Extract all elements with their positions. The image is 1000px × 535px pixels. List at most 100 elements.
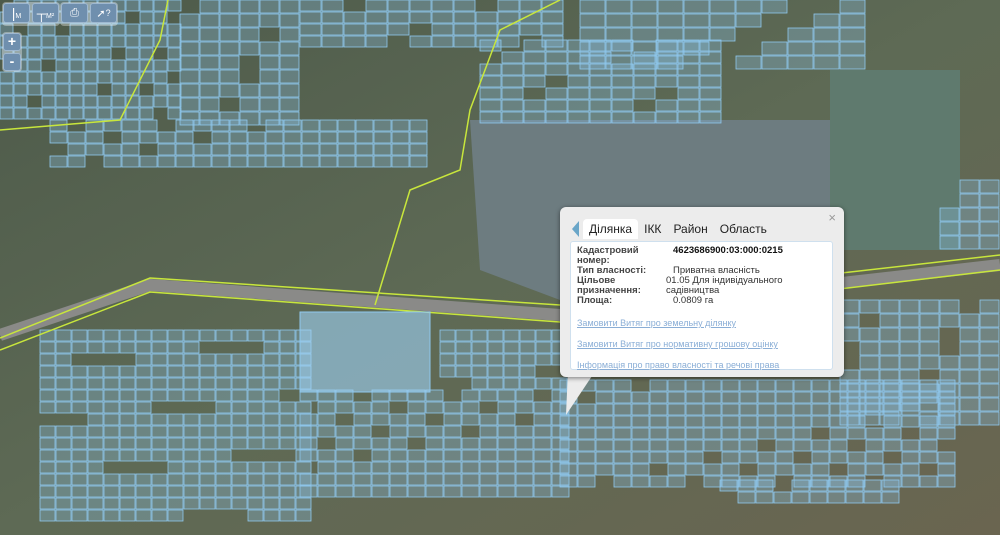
land-parcel[interactable] xyxy=(199,365,216,378)
land-parcel[interactable] xyxy=(97,35,112,48)
land-parcel[interactable] xyxy=(859,299,880,314)
land-parcel[interactable] xyxy=(27,35,42,48)
land-parcel[interactable] xyxy=(407,413,426,426)
land-parcel[interactable] xyxy=(657,0,684,14)
land-parcel[interactable] xyxy=(739,427,758,440)
land-parcel[interactable] xyxy=(55,95,70,108)
land-parcel[interactable] xyxy=(13,71,28,84)
land-parcel[interactable] xyxy=(559,427,578,440)
land-parcel[interactable] xyxy=(179,111,200,126)
land-parcel[interactable] xyxy=(959,235,980,250)
land-parcel[interactable] xyxy=(167,59,182,72)
land-parcel[interactable] xyxy=(125,107,140,120)
land-parcel[interactable] xyxy=(299,11,322,24)
land-parcel[interactable] xyxy=(937,463,956,476)
land-parcel[interactable] xyxy=(263,509,280,522)
land-parcel[interactable] xyxy=(167,365,184,378)
land-parcel[interactable] xyxy=(545,51,568,64)
land-parcel[interactable] xyxy=(979,221,1000,236)
land-parcel[interactable] xyxy=(503,329,520,342)
land-parcel[interactable] xyxy=(279,97,300,112)
land-parcel[interactable] xyxy=(353,401,372,414)
land-parcel[interactable] xyxy=(721,391,740,404)
land-parcel[interactable] xyxy=(775,403,794,416)
land-parcel[interactable] xyxy=(215,353,232,366)
measure-area-button[interactable]: ┬ М² xyxy=(32,3,59,23)
land-parcel[interactable] xyxy=(407,485,426,498)
ownership-info-link[interactable]: Інформація про право власності та речові… xyxy=(577,360,826,370)
land-parcel[interactable] xyxy=(811,379,830,392)
land-parcel[interactable] xyxy=(239,27,260,42)
tab-ikk[interactable]: ІКК xyxy=(638,219,667,239)
land-parcel[interactable] xyxy=(533,473,552,486)
land-parcel[interactable] xyxy=(979,369,1000,384)
land-parcel[interactable] xyxy=(103,143,122,156)
land-parcel[interactable] xyxy=(657,41,684,56)
land-parcel[interactable] xyxy=(119,449,136,462)
land-parcel[interactable] xyxy=(775,451,794,464)
land-parcel[interactable] xyxy=(279,485,296,498)
land-parcel[interactable] xyxy=(939,355,960,370)
land-parcel[interactable] xyxy=(279,353,296,366)
land-parcel[interactable] xyxy=(119,365,136,378)
land-parcel[interactable] xyxy=(475,23,498,36)
land-parcel[interactable] xyxy=(55,341,72,354)
land-parcel[interactable] xyxy=(87,329,104,342)
measure-length-button[interactable]: | М xyxy=(3,3,30,23)
land-parcel[interactable] xyxy=(139,23,154,36)
land-parcel[interactable] xyxy=(39,341,56,354)
land-parcel[interactable] xyxy=(979,383,1000,398)
land-parcel[interactable] xyxy=(809,479,828,492)
land-parcel[interactable] xyxy=(239,13,260,28)
land-parcel[interactable] xyxy=(71,329,88,342)
land-parcel[interactable] xyxy=(301,143,320,156)
land-parcel[interactable] xyxy=(761,41,788,56)
land-parcel[interactable] xyxy=(135,365,152,378)
land-parcel[interactable] xyxy=(135,329,152,342)
land-parcel[interactable] xyxy=(319,131,338,144)
land-parcel[interactable] xyxy=(371,437,390,450)
land-parcel[interactable] xyxy=(939,369,960,384)
land-parcel[interactable] xyxy=(883,439,902,452)
land-parcel[interactable] xyxy=(979,341,1000,356)
land-parcel[interactable] xyxy=(39,473,56,486)
land-parcel[interactable] xyxy=(103,365,120,378)
land-parcel[interactable] xyxy=(167,83,182,96)
land-parcel[interactable] xyxy=(631,475,650,488)
land-parcel[interactable] xyxy=(193,143,212,156)
land-parcel[interactable] xyxy=(263,473,280,486)
land-parcel[interactable] xyxy=(613,391,632,404)
land-parcel[interactable] xyxy=(265,131,284,144)
land-parcel[interactable] xyxy=(103,401,120,414)
land-parcel[interactable] xyxy=(111,59,126,72)
land-parcel[interactable] xyxy=(335,425,354,438)
land-parcel[interactable] xyxy=(263,353,280,366)
land-parcel[interactable] xyxy=(479,39,502,52)
land-parcel[interactable] xyxy=(179,55,200,70)
land-parcel[interactable] xyxy=(613,451,632,464)
land-parcel[interactable] xyxy=(595,463,614,476)
land-parcel[interactable] xyxy=(425,485,444,498)
land-parcel[interactable] xyxy=(199,0,220,14)
land-parcel[interactable] xyxy=(157,131,176,144)
land-parcel[interactable] xyxy=(389,449,408,462)
land-parcel[interactable] xyxy=(41,107,56,120)
land-parcel[interactable] xyxy=(119,401,136,414)
land-parcel[interactable] xyxy=(295,401,312,414)
land-parcel[interactable] xyxy=(135,389,152,402)
land-parcel[interactable] xyxy=(829,427,848,440)
land-parcel[interactable] xyxy=(667,427,686,440)
land-parcel[interactable] xyxy=(301,155,320,168)
land-parcel[interactable] xyxy=(125,35,140,48)
land-parcel[interactable] xyxy=(239,97,260,112)
land-parcel[interactable] xyxy=(183,365,200,378)
order-valuation-extract-link[interactable]: Замовити Витяг про нормативну грошову оц… xyxy=(577,339,826,349)
land-parcel[interactable] xyxy=(883,463,902,476)
land-parcel[interactable] xyxy=(453,35,476,48)
land-parcel[interactable] xyxy=(901,451,920,464)
land-parcel[interactable] xyxy=(87,437,104,450)
land-parcel[interactable] xyxy=(939,299,960,314)
land-parcel[interactable] xyxy=(879,313,900,328)
land-parcel[interactable] xyxy=(167,449,184,462)
land-parcel[interactable] xyxy=(699,63,722,76)
